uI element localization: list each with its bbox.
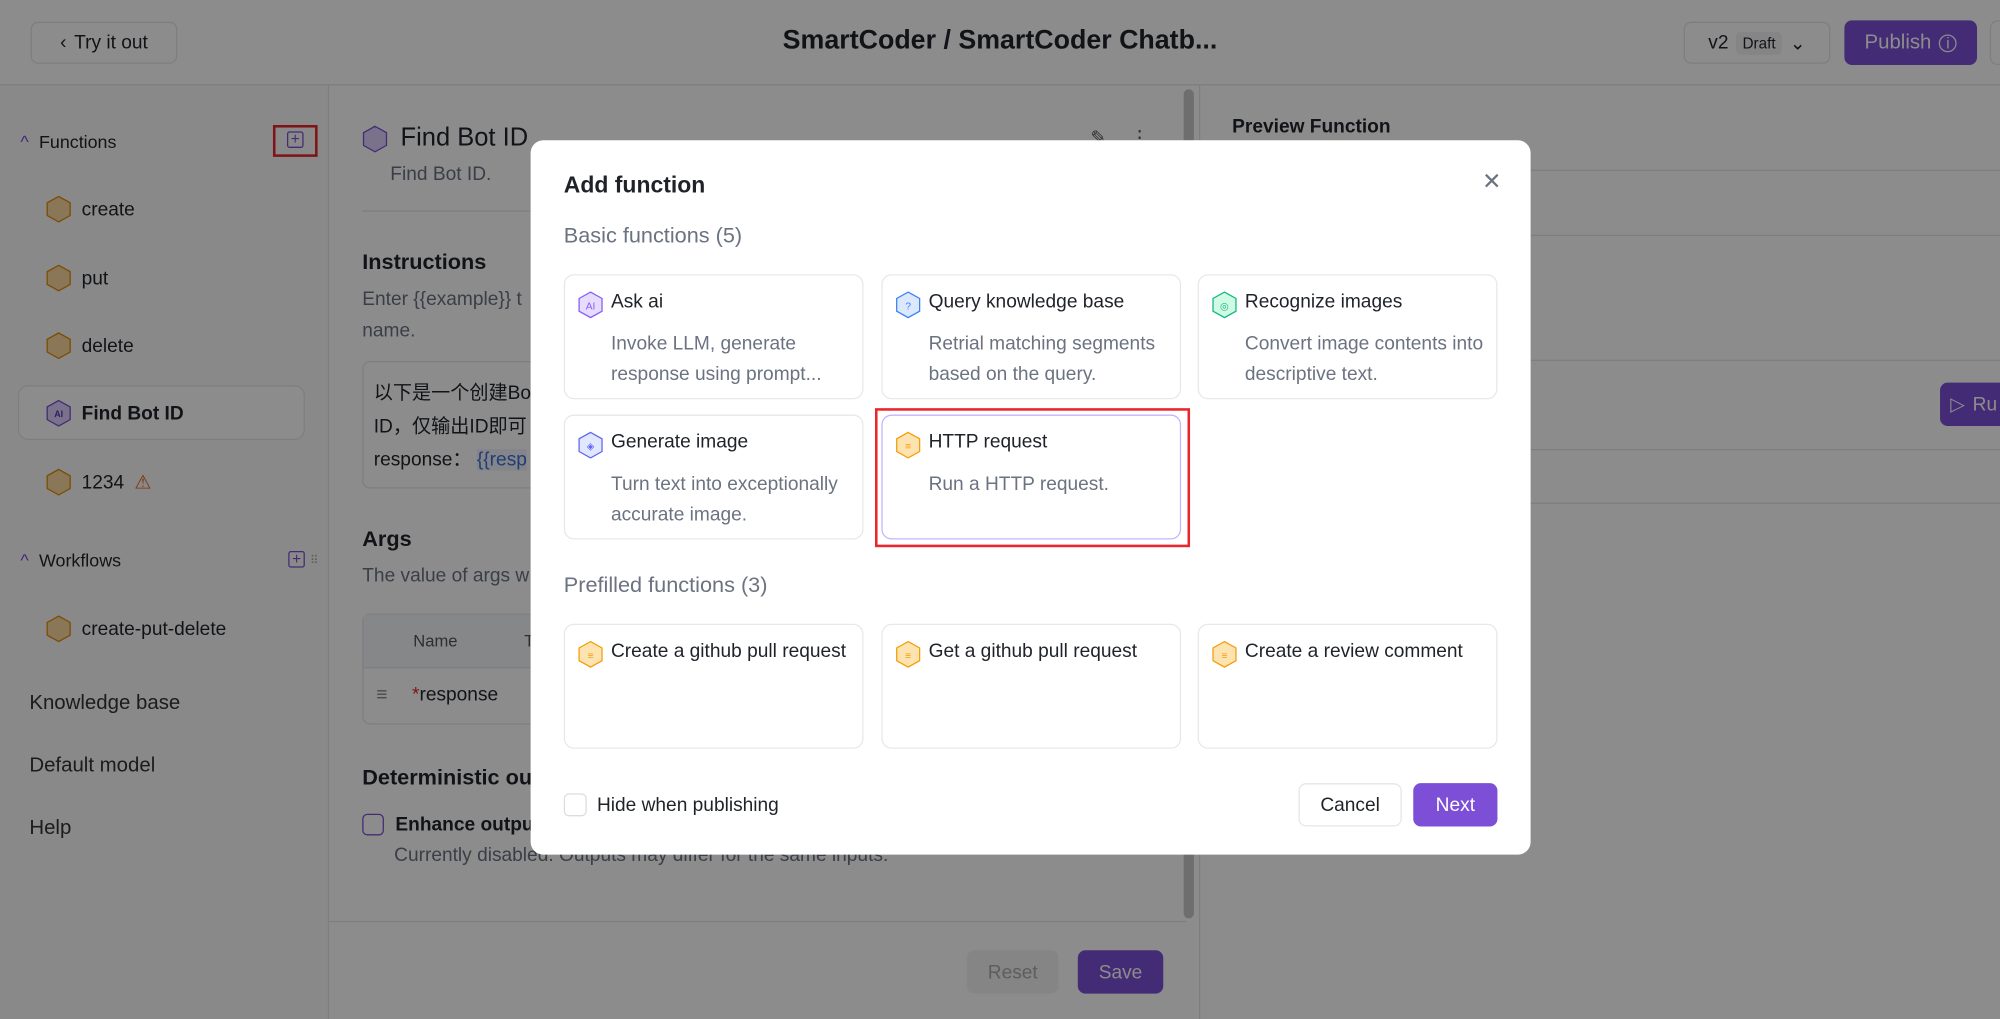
svg-text:◈: ◈ bbox=[587, 442, 595, 453]
http-icon: ≡ bbox=[896, 640, 921, 668]
next-button[interactable]: Next bbox=[1413, 783, 1498, 827]
svg-text:≡: ≡ bbox=[905, 651, 911, 662]
card-title: Ask ai bbox=[610, 290, 664, 313]
cancel-button[interactable]: Cancel bbox=[1298, 783, 1402, 827]
basic-functions-header: Basic functions (5) bbox=[563, 223, 743, 248]
card-title: Create a github pull request bbox=[610, 640, 847, 662]
http-icon: ≡ bbox=[1212, 640, 1237, 668]
card-desc: Turn text into exceptionally accurate im… bbox=[610, 473, 838, 526]
function-card-generate-image[interactable]: ◈ Generate image Turn text into exceptiona… bbox=[563, 414, 864, 540]
http-icon: ≡ bbox=[578, 640, 603, 668]
close-icon[interactable]: ✕ bbox=[1482, 168, 1501, 195]
question-icon: ? bbox=[896, 291, 921, 319]
card-desc: Retrial matching segments based on the q… bbox=[928, 332, 1156, 386]
function-card-create-a-review-comment[interactable]: ≡ Create a review comment bbox=[1197, 623, 1498, 749]
prefilled-functions-header: Prefilled functions (3) bbox=[563, 572, 768, 597]
card-desc: Convert image contents into descriptive … bbox=[1244, 332, 1484, 386]
card-desc: Invoke LLM, generate response using prom… bbox=[610, 332, 822, 386]
function-card-create-a-github-pull-request[interactable]: ≡ Create a github pull request bbox=[563, 623, 864, 749]
function-card-recognize-images[interactable]: ◎ Recognize images Convert image contents … bbox=[1197, 274, 1498, 400]
add-function-dialog: Add function ✕ Basic functions (5) Prefi… bbox=[530, 140, 1531, 855]
function-card-query-knowledge-base[interactable]: ? Query knowledge base Retrial matching se… bbox=[881, 274, 1182, 400]
svg-text:?: ? bbox=[905, 301, 911, 312]
generate-image-icon: ◈ bbox=[578, 431, 603, 459]
function-card-get-a-github-pull-request[interactable]: ≡ Get a github pull request bbox=[881, 623, 1182, 749]
card-title: Recognize images bbox=[1244, 290, 1403, 313]
svg-text:◎: ◎ bbox=[1220, 301, 1229, 312]
hide-when-publishing-label: Hide when publishing bbox=[596, 794, 779, 817]
svg-text:≡: ≡ bbox=[1222, 651, 1228, 662]
card-title: Generate image bbox=[610, 431, 749, 453]
highlight-box bbox=[874, 408, 1191, 548]
svg-text:≡: ≡ bbox=[588, 651, 594, 662]
dialog-title: Add function bbox=[563, 172, 706, 198]
function-card-ask-ai[interactable]: AI Ask ai Invoke LLM, generate response us… bbox=[563, 274, 864, 400]
svg-text:AI: AI bbox=[586, 301, 596, 312]
card-title: Create a review comment bbox=[1244, 640, 1463, 662]
ai-icon: AI bbox=[578, 291, 603, 319]
card-title: Get a github pull request bbox=[928, 640, 1138, 662]
card-title: Query knowledge base bbox=[928, 290, 1125, 313]
hide-when-publishing-checkbox[interactable] bbox=[563, 793, 587, 817]
image-recognize-icon: ◎ bbox=[1212, 291, 1237, 319]
